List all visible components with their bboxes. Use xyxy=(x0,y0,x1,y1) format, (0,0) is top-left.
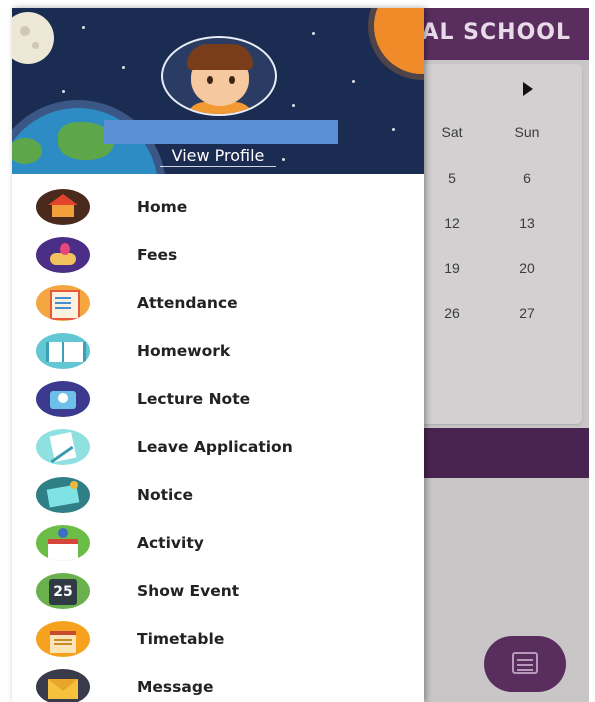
star-icon xyxy=(352,80,355,83)
menu-item-attendance[interactable]: Attendance xyxy=(12,280,424,328)
menu-item-label: Lecture Note xyxy=(137,390,251,408)
menu-item-home[interactable]: Home xyxy=(12,184,424,232)
calendar-day[interactable]: 19 xyxy=(422,260,482,276)
menu-item-timetable[interactable]: Timetable xyxy=(12,616,424,664)
star-icon xyxy=(292,104,295,107)
weekday-sun: Sun xyxy=(514,124,540,140)
star-icon xyxy=(62,90,65,93)
menu-item-show-event[interactable]: 25 Show Event xyxy=(12,568,424,616)
navigation-drawer: View Profile Home Fees Attendance Homewo… xyxy=(12,8,424,702)
homework-icon xyxy=(36,333,90,369)
menu-item-label: Activity xyxy=(137,534,204,552)
menu-item-label: Home xyxy=(137,198,188,216)
menu-item-homework[interactable]: Homework xyxy=(12,328,424,376)
calendar-icon xyxy=(512,652,538,674)
home-icon xyxy=(36,189,90,225)
sun-illustration xyxy=(374,8,424,74)
star-icon xyxy=(122,66,125,69)
lecture-note-icon xyxy=(36,381,90,417)
menu-item-label: Leave Application xyxy=(137,438,293,456)
timetable-icon xyxy=(36,621,90,657)
menu-item-label: Message xyxy=(137,678,214,696)
notice-icon xyxy=(36,477,90,513)
menu-item-notice[interactable]: Notice xyxy=(12,472,424,520)
calendar-day[interactable]: 5 xyxy=(422,170,482,186)
app-title: AL SCHOOL xyxy=(421,20,571,45)
calendar-day[interactable]: 27 xyxy=(497,305,557,321)
menu-item-label: Show Event xyxy=(137,582,240,600)
menu-item-activity[interactable]: Activity xyxy=(12,520,424,568)
view-profile-link[interactable]: View Profile xyxy=(12,146,424,165)
fees-icon xyxy=(36,237,90,273)
show-event-icon: 25 xyxy=(36,573,90,609)
weekday-sat: Sat xyxy=(441,124,463,140)
menu-item-label: Homework xyxy=(137,342,231,360)
menu-item-label: Attendance xyxy=(137,294,238,312)
calendar-day[interactable]: 20 xyxy=(497,260,557,276)
menu-item-label: Timetable xyxy=(137,630,225,648)
calendar-fab-button[interactable] xyxy=(484,636,566,692)
star-icon xyxy=(392,128,395,131)
calendar-day[interactable]: 26 xyxy=(422,305,482,321)
menu-item-label: Fees xyxy=(137,246,178,264)
event-icon-date: 25 xyxy=(53,584,73,600)
message-icon xyxy=(36,669,90,702)
moon-illustration xyxy=(12,12,54,64)
drawer-header: View Profile xyxy=(12,8,424,174)
menu-item-lecture-note[interactable]: Lecture Note xyxy=(12,376,424,424)
calendar-day[interactable]: 6 xyxy=(497,170,557,186)
menu-item-leave-application[interactable]: Leave Application xyxy=(12,424,424,472)
leave-application-icon xyxy=(36,429,90,465)
view-profile-underline xyxy=(160,166,276,167)
avatar[interactable] xyxy=(161,36,277,116)
attendance-icon xyxy=(36,285,90,321)
profile-name-redacted xyxy=(104,120,338,144)
activity-icon xyxy=(36,525,90,561)
calendar-day[interactable]: 13 xyxy=(497,215,557,231)
star-icon xyxy=(82,26,85,29)
star-icon xyxy=(312,32,315,35)
menu-item-fees[interactable]: Fees xyxy=(12,232,424,280)
menu-item-label: Notice xyxy=(137,486,194,504)
next-month-icon[interactable] xyxy=(523,82,533,96)
menu-item-message[interactable]: Message xyxy=(12,664,424,702)
calendar-day[interactable]: 12 xyxy=(422,215,482,231)
